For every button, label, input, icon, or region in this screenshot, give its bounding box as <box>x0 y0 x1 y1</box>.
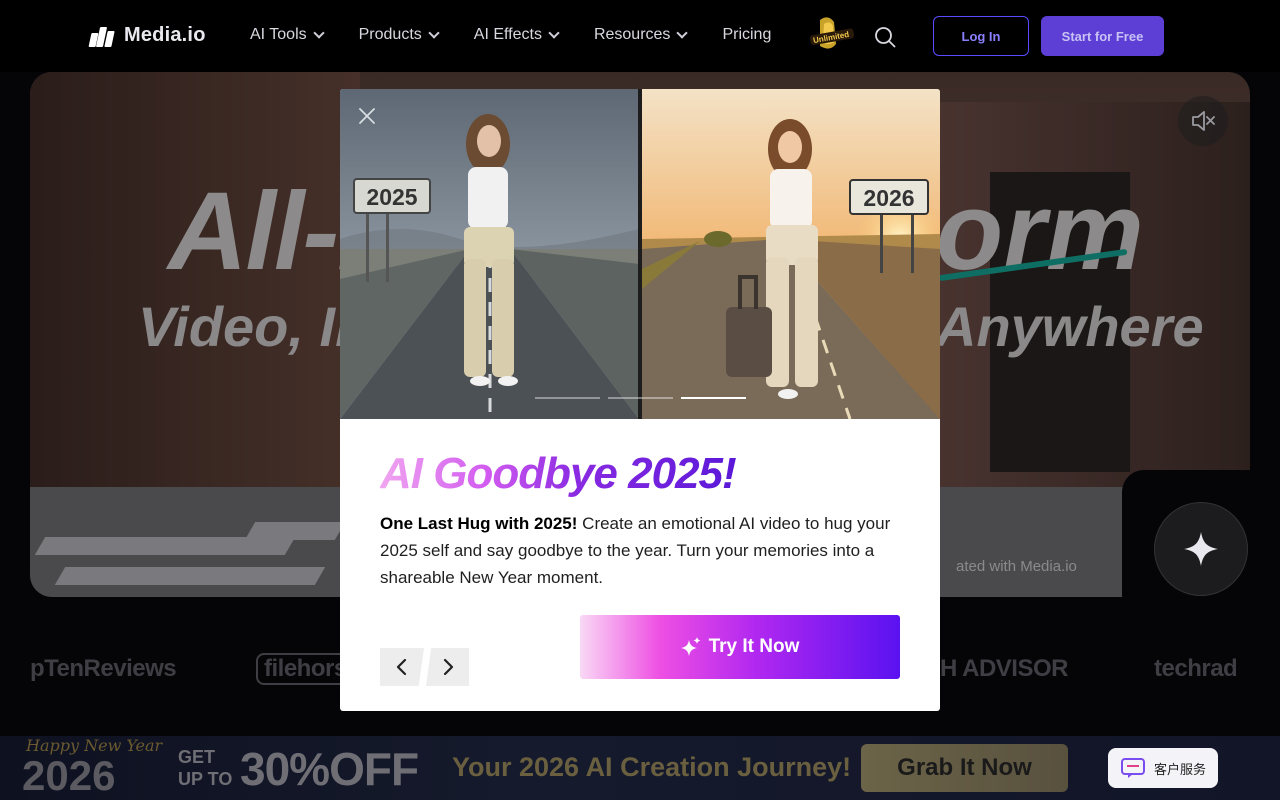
carousel-dot[interactable] <box>535 397 600 399</box>
modal-description: One Last Hug with 2025! Create an emotio… <box>380 510 920 591</box>
try-it-now-label: Try It Now <box>708 636 800 657</box>
modal-description-lead: One Last Hug with 2025! <box>380 514 578 533</box>
chevron-left-icon <box>396 658 407 676</box>
sign-2025: 2025 <box>366 184 417 210</box>
carousel-indicators <box>535 397 746 399</box>
previous-slide-button[interactable] <box>380 648 424 686</box>
sparkle-icon <box>680 637 701 656</box>
close-icon[interactable] <box>356 105 378 127</box>
sign-2026: 2026 <box>863 185 914 211</box>
carousel-dot-active[interactable] <box>681 397 746 399</box>
modal-title: AI Goodbye 2025! <box>380 449 737 498</box>
try-it-now-button[interactable]: Try It Now <box>580 615 900 679</box>
promo-modal: 2025 2026 AI Goodbye 2025! One Last Hug … <box>340 89 940 711</box>
carousel-dot[interactable] <box>608 397 673 399</box>
chevron-right-icon <box>443 658 453 676</box>
next-slide-button[interactable] <box>426 648 469 686</box>
before-after-image: 2025 2026 <box>340 89 940 419</box>
